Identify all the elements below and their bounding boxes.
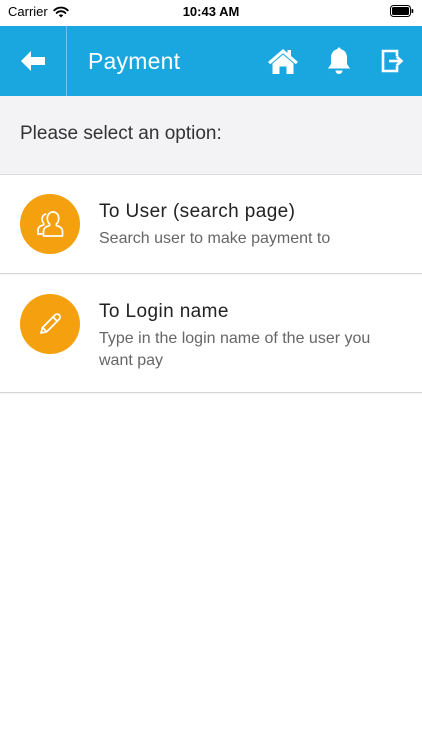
app-header: Payment [0, 26, 422, 96]
option-icon-circle [20, 294, 80, 354]
option-subtitle: Search user to make payment to [99, 230, 331, 247]
option-to-user[interactable]: To User (search page) Search user to mak… [0, 175, 422, 274]
back-button[interactable] [0, 26, 67, 96]
prompt-text: Please select an option: [20, 123, 222, 144]
option-title: To Login name [99, 301, 229, 322]
option-title: To User (search page) [99, 201, 296, 222]
arrow-left-icon [21, 51, 45, 71]
pencil-icon [40, 313, 61, 334]
logout-icon [381, 49, 404, 73]
option-to-login-name[interactable]: To Login name Type in the login name of … [0, 275, 422, 393]
logout-button[interactable] [373, 26, 413, 96]
bell-icon [328, 47, 350, 74]
users-icon [37, 211, 64, 237]
battery-icon [390, 5, 414, 17]
status-time: 10:43 AM [182, 4, 240, 19]
option-subtitle: Type in the login name of the user you w… [99, 330, 371, 369]
notifications-button[interactable] [319, 26, 359, 96]
page-title: Payment [88, 48, 181, 74]
status-bar: Carrier 10:43 AM [0, 0, 422, 26]
prompt-bar: Please select an option: [0, 96, 422, 175]
home-icon [268, 49, 298, 74]
option-icon-circle [20, 194, 80, 254]
home-button[interactable] [263, 26, 303, 96]
